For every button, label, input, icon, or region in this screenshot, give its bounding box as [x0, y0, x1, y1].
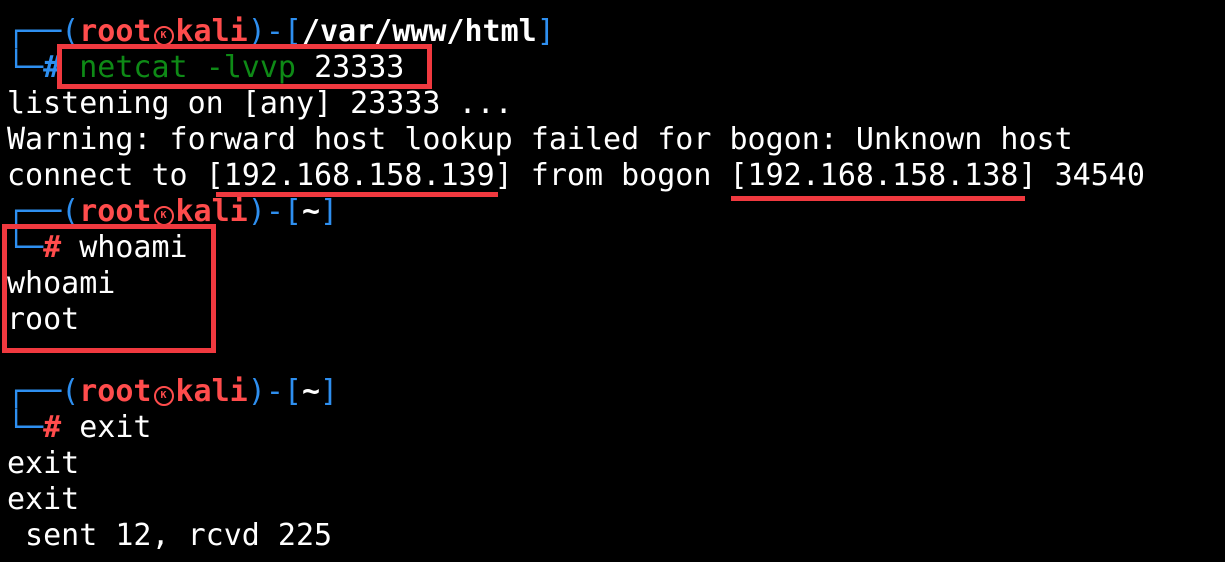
prompt-user: root — [79, 374, 152, 409]
prompt-path-close: ] — [320, 374, 339, 409]
source-ip-underline — [731, 196, 1025, 201]
prompt-path-close: ] — [536, 14, 555, 49]
whoami-highlight-box — [2, 224, 216, 353]
command-frame-corner: └─ — [7, 410, 44, 445]
prompt-dash: - — [265, 194, 284, 229]
prompt-path: ~ — [301, 194, 320, 229]
source-ip: [192.168.158.138] — [729, 158, 1037, 193]
source-port: 34540 — [1036, 158, 1145, 193]
prompt-frame-corner: ┌── — [7, 14, 62, 49]
prompt-line-3: ┌──(root Kkali)-[~] — [7, 374, 338, 410]
command-frame-corner: └─ — [7, 50, 44, 85]
prompt-path-open: [ — [283, 194, 302, 229]
prompt-host: kali — [175, 374, 248, 409]
output-line: Warning: forward host lookup failed for … — [7, 122, 1073, 157]
command-line-3: └─# exit — [7, 410, 152, 446]
output-line: exit — [7, 446, 80, 481]
prompt-close-paren: ) — [247, 374, 266, 409]
connect-line: connect to [192.168.158.139] from bogon … — [7, 158, 1145, 194]
prompt-open-paren: ( — [61, 374, 80, 409]
connect-prefix: connect to — [7, 158, 206, 193]
kali-dragon-icon: K — [153, 206, 174, 226]
kali-dragon-icon: K — [153, 386, 174, 406]
kali-dragon-icon: K — [153, 26, 174, 46]
prompt-hash: # — [43, 410, 62, 445]
target-ip: [192.168.158.139] — [205, 158, 513, 193]
prompt-path-close: ] — [320, 194, 339, 229]
output-line: sent 12, rcvd 225 — [7, 518, 333, 553]
connect-mid: from bogon — [512, 158, 730, 193]
prompt-dash: - — [265, 374, 284, 409]
prompt-path-open: [ — [283, 374, 302, 409]
prompt-path: ~ — [301, 374, 320, 409]
output-line: listening on [any] 23333 ... — [7, 86, 513, 121]
command-name: exit — [79, 410, 152, 445]
command-highlight-box — [57, 44, 432, 89]
prompt-frame-corner: ┌── — [7, 374, 62, 409]
output-line: exit — [7, 482, 80, 517]
target-ip-underline — [216, 192, 498, 197]
prompt-close-paren: ) — [247, 194, 266, 229]
